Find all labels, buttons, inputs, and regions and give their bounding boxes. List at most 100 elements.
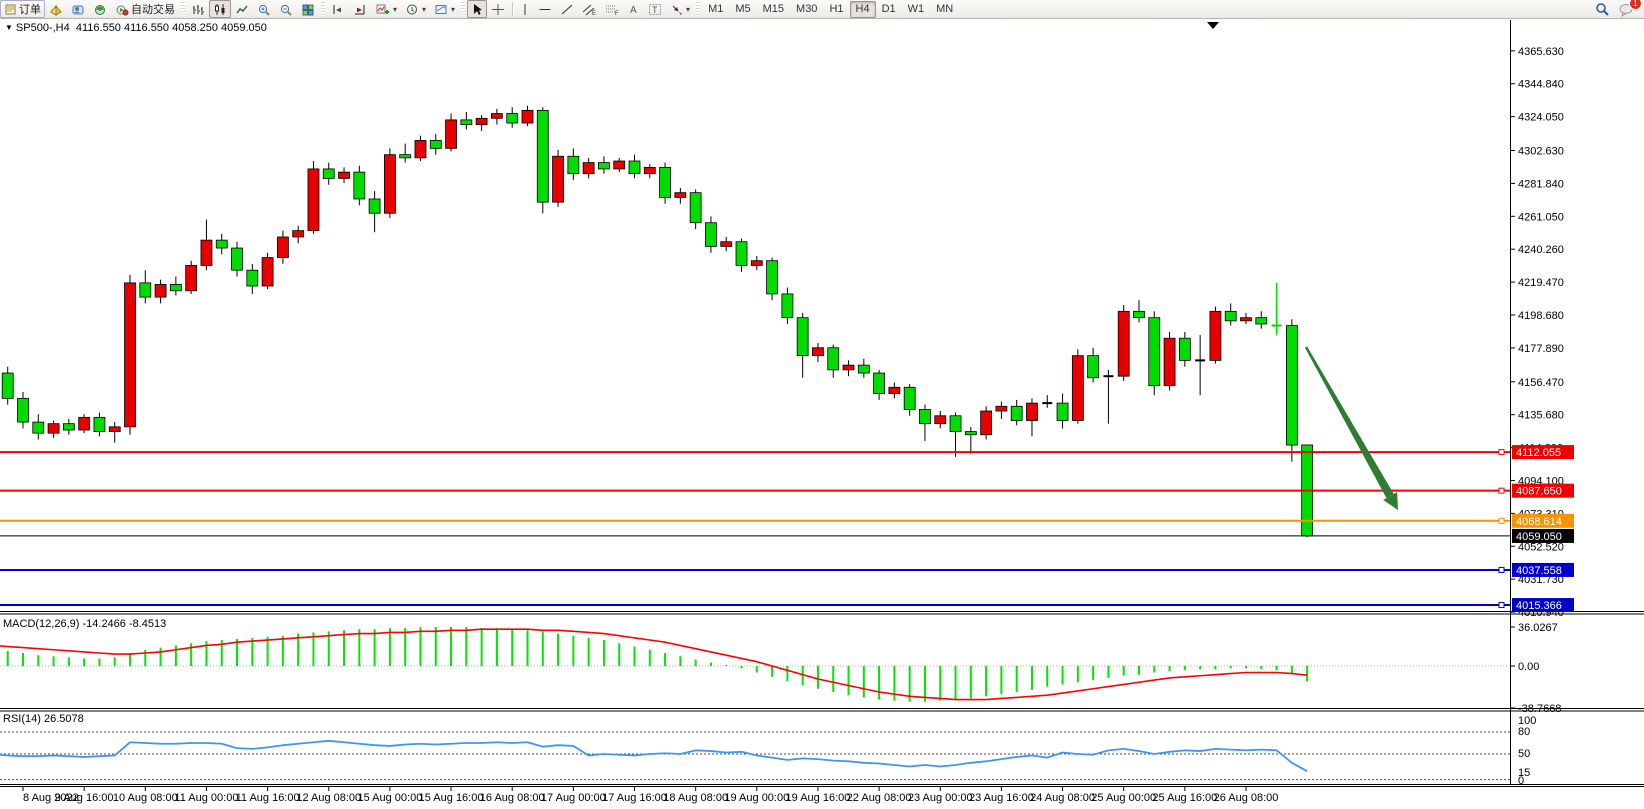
toolbar-grip [321,2,325,16]
candle-bearish [1256,318,1267,324]
line-handle[interactable] [1499,603,1504,608]
candle-bullish [155,284,166,297]
candle-bearish [965,432,976,435]
svg-text:F: F [615,11,619,16]
timeframe-m15[interactable]: M15 [757,1,790,18]
rsi-label-line: RSI(14) 26.5078 [3,713,84,725]
auto-scroll-button[interactable] [349,0,371,18]
timeframe-h4[interactable]: H4 [850,1,876,18]
chart-canvas[interactable]: 4365.6304344.8404324.0504302.6304281.840… [0,18,1644,809]
candle-bearish [18,398,29,422]
tile-windows-button[interactable] [297,0,319,18]
candle-bearish [430,140,441,148]
bar-chart-icon [191,3,205,16]
period-caret: ▾ [422,5,426,14]
search-button[interactable] [1590,0,1614,18]
chart-area[interactable]: 4365.6304344.8404324.0504302.6304281.840… [0,18,1644,809]
line-handle[interactable] [1499,567,1504,572]
symbol-ohlc-line: ▼SP500-,H4 4116.550 4116.550 4058.250 40… [5,22,267,34]
fibonacci-button[interactable]: F [601,0,624,18]
new-order-button[interactable]: 订单 [0,0,45,18]
candle-bearish [140,283,151,297]
zoom-out-button[interactable] [275,0,297,18]
arrows-caret: ▾ [686,5,690,14]
tile-windows-icon [301,3,315,16]
indicators-button[interactable]: ▾ [371,0,401,18]
toolbar-grip [696,2,700,16]
notifications-button[interactable]: 1 [1614,0,1638,18]
candle-bearish [828,348,839,370]
vertical-line-button[interactable] [516,0,534,18]
candle-bullish [751,261,762,266]
timeframe-h1[interactable]: H1 [823,1,849,18]
arrows-button[interactable]: ▾ [666,0,694,18]
crosshair-button[interactable] [487,0,509,18]
candle-bullish [935,416,946,424]
template-caret: ▾ [451,5,455,14]
equidistant-channel-button[interactable]: E [578,0,601,18]
timeframe-m5[interactable]: M5 [729,1,756,18]
template-button[interactable]: ▾ [430,0,459,18]
cursor-button[interactable] [467,0,487,18]
timeframe-w1[interactable]: W1 [902,1,931,18]
line-chart-button[interactable] [231,0,253,18]
market-watch-button[interactable] [45,0,67,18]
candlestick-chart-button[interactable] [209,0,231,18]
candle-bullish [889,387,900,393]
macd-scale-label: 36.0267 [1518,622,1558,634]
navigator-button[interactable] [89,0,111,18]
period-button[interactable]: ▾ [401,0,430,18]
timeframe-d1[interactable]: D1 [876,1,902,18]
bar-chart-button[interactable] [187,0,209,18]
trendline-button[interactable] [556,0,578,18]
candle-bearish [1088,356,1099,378]
data-window-button[interactable] [67,0,89,18]
time-axis-label: 25 Aug 16:00 [1152,792,1217,804]
timeframe-mn[interactable]: MN [930,1,959,18]
macd-scale-label: -38.7668 [1518,703,1561,715]
price-tick-label: 4365.630 [1518,46,1564,58]
text-label-button[interactable]: T [644,0,666,18]
line-handle[interactable] [1499,488,1504,493]
line-handle[interactable] [1499,518,1504,523]
macd-label-line: MACD(12,26,9) -14.2466 -8.4513 [3,618,166,630]
candle-bearish [354,172,365,199]
text-button[interactable]: A [624,0,644,18]
crosshair-icon [491,3,505,16]
autotrade-button[interactable]: 自动交易 [111,0,179,18]
time-axis-label: 10 Aug 08:00 [113,792,178,804]
new-order-icon [4,3,17,16]
candle-bearish [1011,406,1022,420]
horizontal-line-button[interactable] [534,0,556,18]
time-axis-label: 22 Aug 08:00 [847,792,912,804]
price-label-chip-text: 4037.558 [1516,565,1562,577]
candle-bearish [507,114,518,123]
timeframe-m30[interactable]: M30 [790,1,823,18]
trend-arrow-annotation[interactable] [1305,346,1394,498]
candle-bullish [48,424,59,433]
candle-bearish [1057,403,1068,420]
candle-bullish [277,237,288,258]
candle-bullish [1241,318,1252,321]
symbol-name: SP500-,H4 [16,22,70,34]
candle-bearish [767,261,778,294]
time-axis-label: 23 Aug 00:00 [908,792,973,804]
candle-bullish [109,427,120,432]
price-tick-label: 4302.630 [1518,146,1564,158]
horizontal-line-icon [538,3,552,16]
candle-bullish [996,406,1007,411]
price-tick-label: 4052.520 [1518,541,1564,553]
timeframe-m1[interactable]: M1 [702,1,729,18]
zoom-in-button[interactable] [253,0,275,18]
cursor-icon [471,3,483,16]
candle-bullish [446,120,457,148]
chart-shift-marker-icon[interactable] [1207,22,1219,29]
line-handle[interactable] [1499,450,1504,455]
macd-scale-label: 0.00 [1518,661,1539,673]
candle-bearish [1149,318,1160,386]
chart-shift-button[interactable] [327,0,349,18]
candle-bullish [981,411,992,435]
line-chart-icon [235,3,249,16]
candle-bearish [736,242,747,266]
candle-bearish [1286,326,1297,445]
